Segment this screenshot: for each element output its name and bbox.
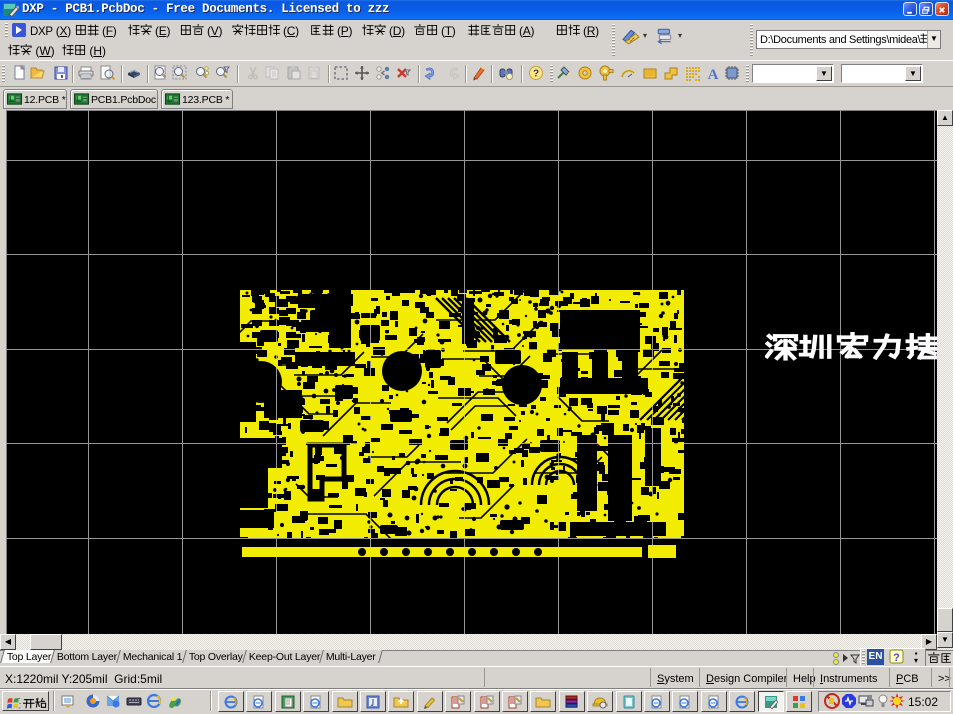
- svg-text:?: ?: [893, 652, 900, 664]
- svg-text:A: A: [708, 67, 719, 81]
- svg-text:?: ?: [533, 69, 539, 80]
